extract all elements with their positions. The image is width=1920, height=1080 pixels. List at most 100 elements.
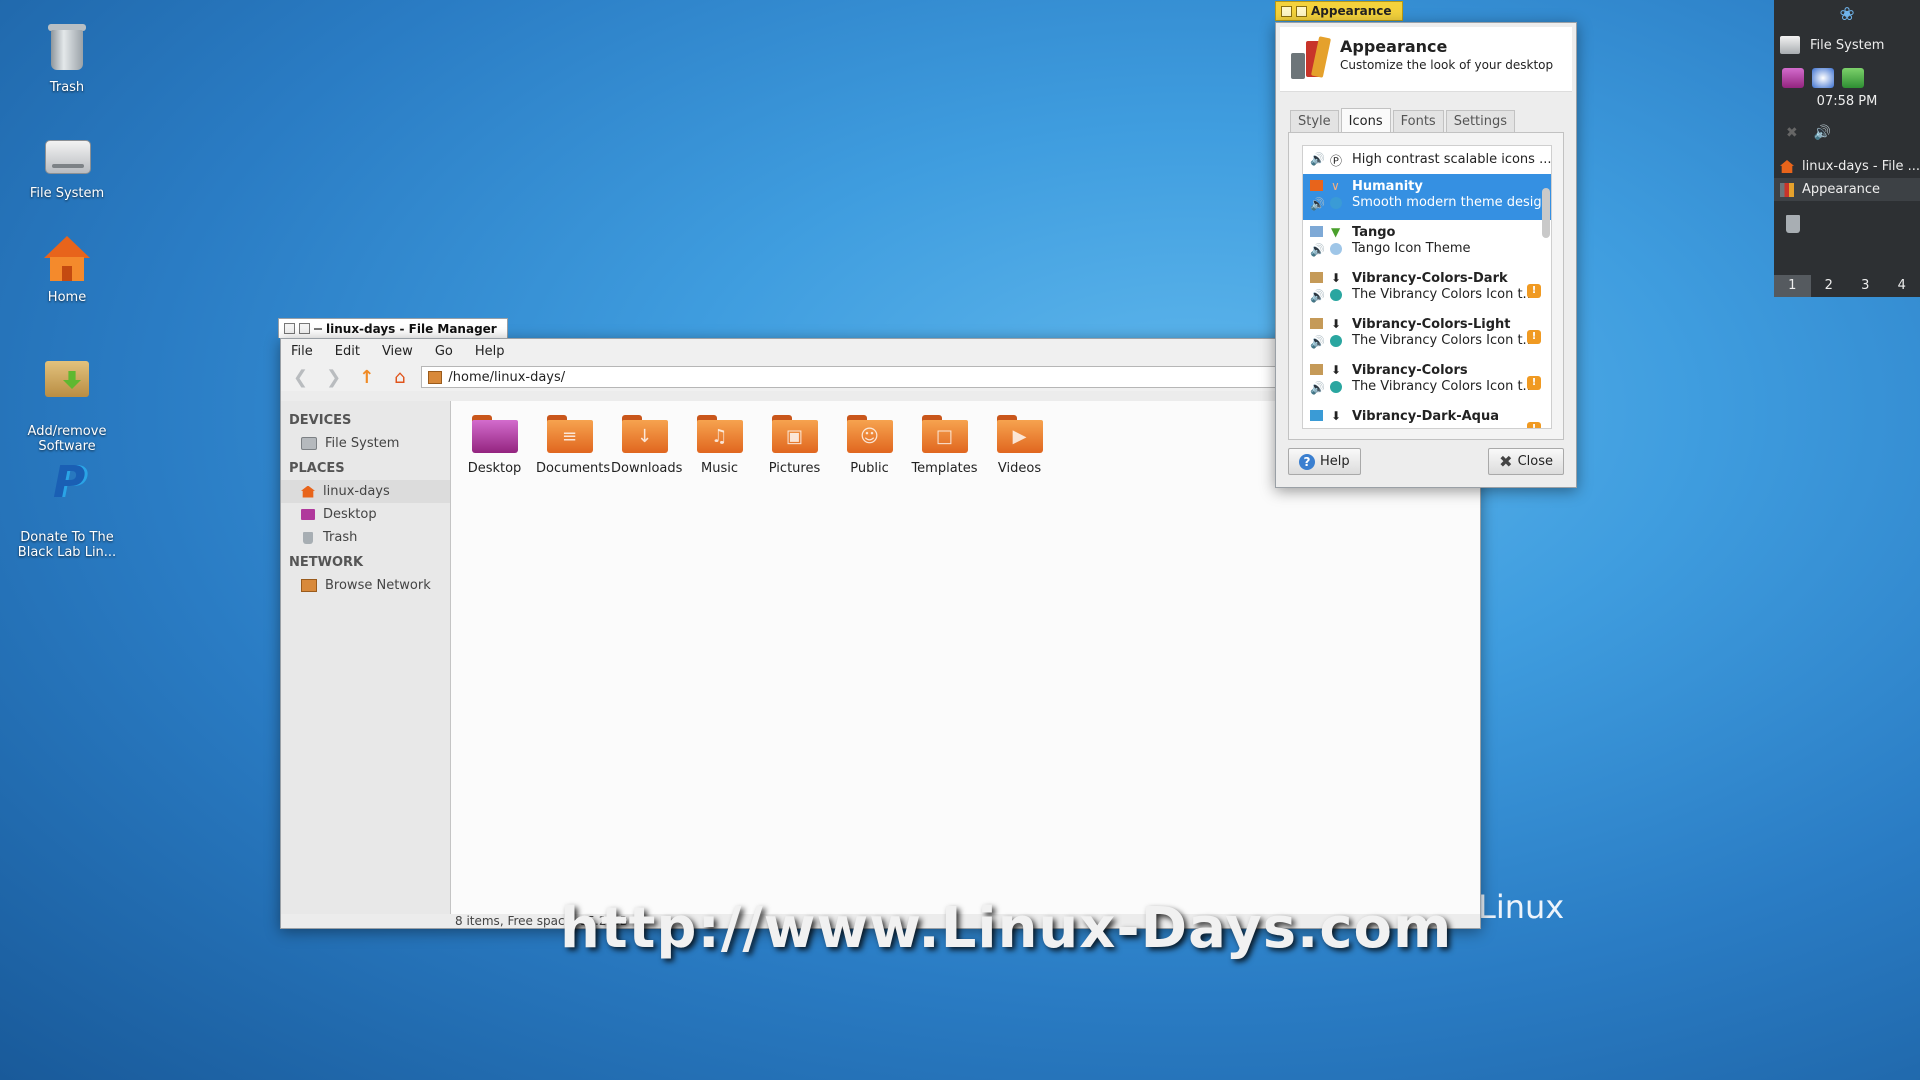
folder-label: Downloads bbox=[611, 461, 683, 476]
workspace-2[interactable]: 2 bbox=[1811, 275, 1848, 297]
appearance-titlebar[interactable]: Appearance bbox=[1275, 1, 1403, 21]
up-arrow-icon[interactable]: ↑ bbox=[355, 367, 378, 388]
sidebar-item-label: Trash bbox=[323, 530, 358, 545]
help-button-label: Help bbox=[1320, 454, 1350, 469]
folder-pictures[interactable]: ▣ Pictures bbox=[761, 413, 828, 476]
theme-description: Smooth modern theme desig... bbox=[1352, 195, 1552, 210]
browser-launcher-icon[interactable] bbox=[1812, 68, 1834, 88]
home-icon[interactable]: ⌂ bbox=[388, 367, 411, 388]
folder-documents[interactable]: ≡ Documents bbox=[536, 413, 610, 476]
desktop-icon-label: File System bbox=[29, 186, 105, 201]
sidebar-item-linux-days[interactable]: linux-days bbox=[281, 480, 450, 503]
menu-view[interactable]: View bbox=[382, 344, 413, 359]
list-item[interactable]: ⬇ 🔊 Vibrancy-Colors The Vibrancy Colors … bbox=[1303, 358, 1551, 404]
menu-file[interactable]: File bbox=[291, 344, 313, 359]
theme-description: High contrast scalable icons ... bbox=[1352, 152, 1552, 167]
workspace-switcher: 1 2 3 4 bbox=[1774, 275, 1920, 297]
folder-desktop[interactable]: Desktop bbox=[461, 413, 528, 476]
folder-downloads[interactable]: ↓ Downloads bbox=[611, 413, 683, 476]
menu-go[interactable]: Go bbox=[435, 344, 453, 359]
tab-bar: Style Icons Fonts Settings bbox=[1290, 108, 1576, 133]
close-window-icon[interactable] bbox=[284, 323, 295, 334]
task-file-manager[interactable]: linux-days - File ... bbox=[1774, 155, 1920, 178]
desktop-icon-home[interactable]: Home bbox=[12, 232, 122, 305]
task-label: linux-days - File ... bbox=[1802, 159, 1920, 174]
panel-file-system[interactable]: File System bbox=[1774, 30, 1920, 60]
list-scrollbar[interactable] bbox=[1542, 150, 1550, 424]
trash-icon[interactable] bbox=[1786, 215, 1800, 233]
tab-settings[interactable]: Settings bbox=[1445, 110, 1516, 132]
desktop-icon-donate[interactable]: P Donate To The Black Lab Lin... bbox=[12, 442, 122, 575]
folder-label: Pictures bbox=[768, 461, 821, 476]
appearance-window: Appearance Customize the look of your de… bbox=[1275, 22, 1577, 488]
paypal-icon: P bbox=[53, 457, 86, 508]
sidebar-item-desktop[interactable]: Desktop bbox=[281, 503, 450, 526]
help-button[interactable]: ? Help bbox=[1288, 448, 1361, 475]
list-item-selected[interactable]: ∨ 🔊 Humanity Smooth modern theme desig..… bbox=[1303, 174, 1551, 220]
chevron-down-icon: ∨ bbox=[1331, 179, 1340, 193]
desktop-icon-trash[interactable]: Trash bbox=[12, 22, 122, 95]
list-item[interactable]: 🔊 Ⓟ High contrast scalable icons ... bbox=[1303, 146, 1551, 174]
network-icon bbox=[301, 579, 317, 592]
folder-templates[interactable]: □ Templates bbox=[911, 413, 978, 476]
location-path: /home/linux-days/ bbox=[448, 369, 566, 385]
sidebar-item-browse-network[interactable]: Browse Network bbox=[281, 574, 450, 597]
theme-name: Vibrancy-Colors-Light bbox=[1352, 317, 1511, 332]
launcher-bar bbox=[1774, 60, 1920, 88]
desktop-launcher-icon[interactable] bbox=[1782, 68, 1804, 88]
tab-icons[interactable]: Icons bbox=[1340, 108, 1391, 133]
list-item[interactable]: ⬇ 🔊 Vibrancy-Colors-Light The Vibrancy C… bbox=[1303, 312, 1551, 358]
clock[interactable]: 07:58 PM bbox=[1774, 88, 1920, 121]
globe-icon bbox=[1330, 243, 1342, 255]
sidebar-item-label: Desktop bbox=[323, 507, 377, 522]
folder-public[interactable]: ☺ Public bbox=[836, 413, 903, 476]
forward-arrow-icon[interactable]: ❯ bbox=[322, 367, 345, 388]
workspace-1[interactable]: 1 bbox=[1774, 275, 1811, 297]
globe-icon bbox=[1330, 335, 1342, 347]
warning-icon: ! bbox=[1527, 284, 1541, 298]
menu-edit[interactable]: Edit bbox=[335, 344, 360, 359]
icons-panel: 🔊 Ⓟ High contrast scalable icons ... ∨ 🔊… bbox=[1288, 132, 1564, 440]
folder-videos[interactable]: ▶ Videos bbox=[986, 413, 1053, 476]
sidebar-item-label: linux-days bbox=[323, 484, 390, 499]
applications-menu-icon[interactable]: ❀ bbox=[1774, 0, 1920, 30]
minimize-window-icon[interactable] bbox=[314, 327, 322, 330]
maximize-window-icon[interactable] bbox=[299, 323, 310, 334]
volume-icon[interactable]: 🔊 bbox=[1814, 125, 1831, 141]
list-item[interactable]: ⬇ 🔊 Vibrancy-Colors-Dark The Vibrancy Co… bbox=[1303, 266, 1551, 312]
home-icon bbox=[301, 485, 315, 498]
list-item[interactable]: ▼ 🔊 Tango Tango Icon Theme bbox=[1303, 220, 1551, 266]
desktop-icon bbox=[301, 509, 315, 520]
side-panel: ❀ File System 07:58 PM ✖ 🔊 linux-days - … bbox=[1774, 0, 1920, 297]
brand-text: Linux bbox=[1478, 888, 1565, 926]
theme-name: Humanity bbox=[1352, 179, 1423, 194]
email-launcher-icon[interactable] bbox=[1842, 68, 1864, 88]
back-arrow-icon[interactable]: ❮ bbox=[289, 367, 312, 388]
sidebar-item-file-system[interactable]: File System bbox=[281, 432, 450, 455]
workspace-4[interactable]: 4 bbox=[1884, 275, 1920, 297]
public-folder-icon: ☺ bbox=[846, 413, 893, 453]
tab-fonts[interactable]: Fonts bbox=[1392, 110, 1444, 132]
sidebar-item-trash[interactable]: Trash bbox=[281, 526, 450, 549]
list-item[interactable]: ⬇ Vibrancy-Dark-Aqua ! bbox=[1303, 404, 1551, 428]
folder-music[interactable]: ♫ Music bbox=[686, 413, 753, 476]
icon-theme-list[interactable]: 🔊 Ⓟ High contrast scalable icons ... ∨ 🔊… bbox=[1302, 145, 1552, 429]
menu-help[interactable]: Help bbox=[475, 344, 505, 359]
scrollbar-thumb[interactable] bbox=[1542, 188, 1550, 238]
desktop-icon-file-system[interactable]: File System bbox=[12, 128, 122, 201]
theme-description: The Vibrancy Colors Icon t... bbox=[1352, 333, 1535, 348]
tab-style[interactable]: Style bbox=[1290, 110, 1339, 132]
network-icon[interactable]: ✖ bbox=[1786, 125, 1798, 141]
task-appearance[interactable]: Appearance bbox=[1774, 178, 1920, 201]
workspace-3[interactable]: 3 bbox=[1847, 275, 1884, 297]
maximize-window-icon[interactable] bbox=[1296, 5, 1307, 17]
videos-folder-icon: ▶ bbox=[996, 413, 1043, 453]
globe-icon bbox=[1330, 381, 1342, 393]
close-window-icon[interactable] bbox=[1281, 5, 1292, 17]
close-button[interactable]: ✖ Close bbox=[1488, 448, 1564, 475]
dialog-buttons: ? Help ✖ Close bbox=[1288, 448, 1564, 475]
close-button-label: Close bbox=[1517, 454, 1553, 469]
folder-icon bbox=[1310, 226, 1323, 237]
file-manager-titlebar[interactable]: linux-days - File Manager bbox=[278, 318, 508, 338]
down-arrow-icon: ⬇ bbox=[1331, 271, 1342, 285]
